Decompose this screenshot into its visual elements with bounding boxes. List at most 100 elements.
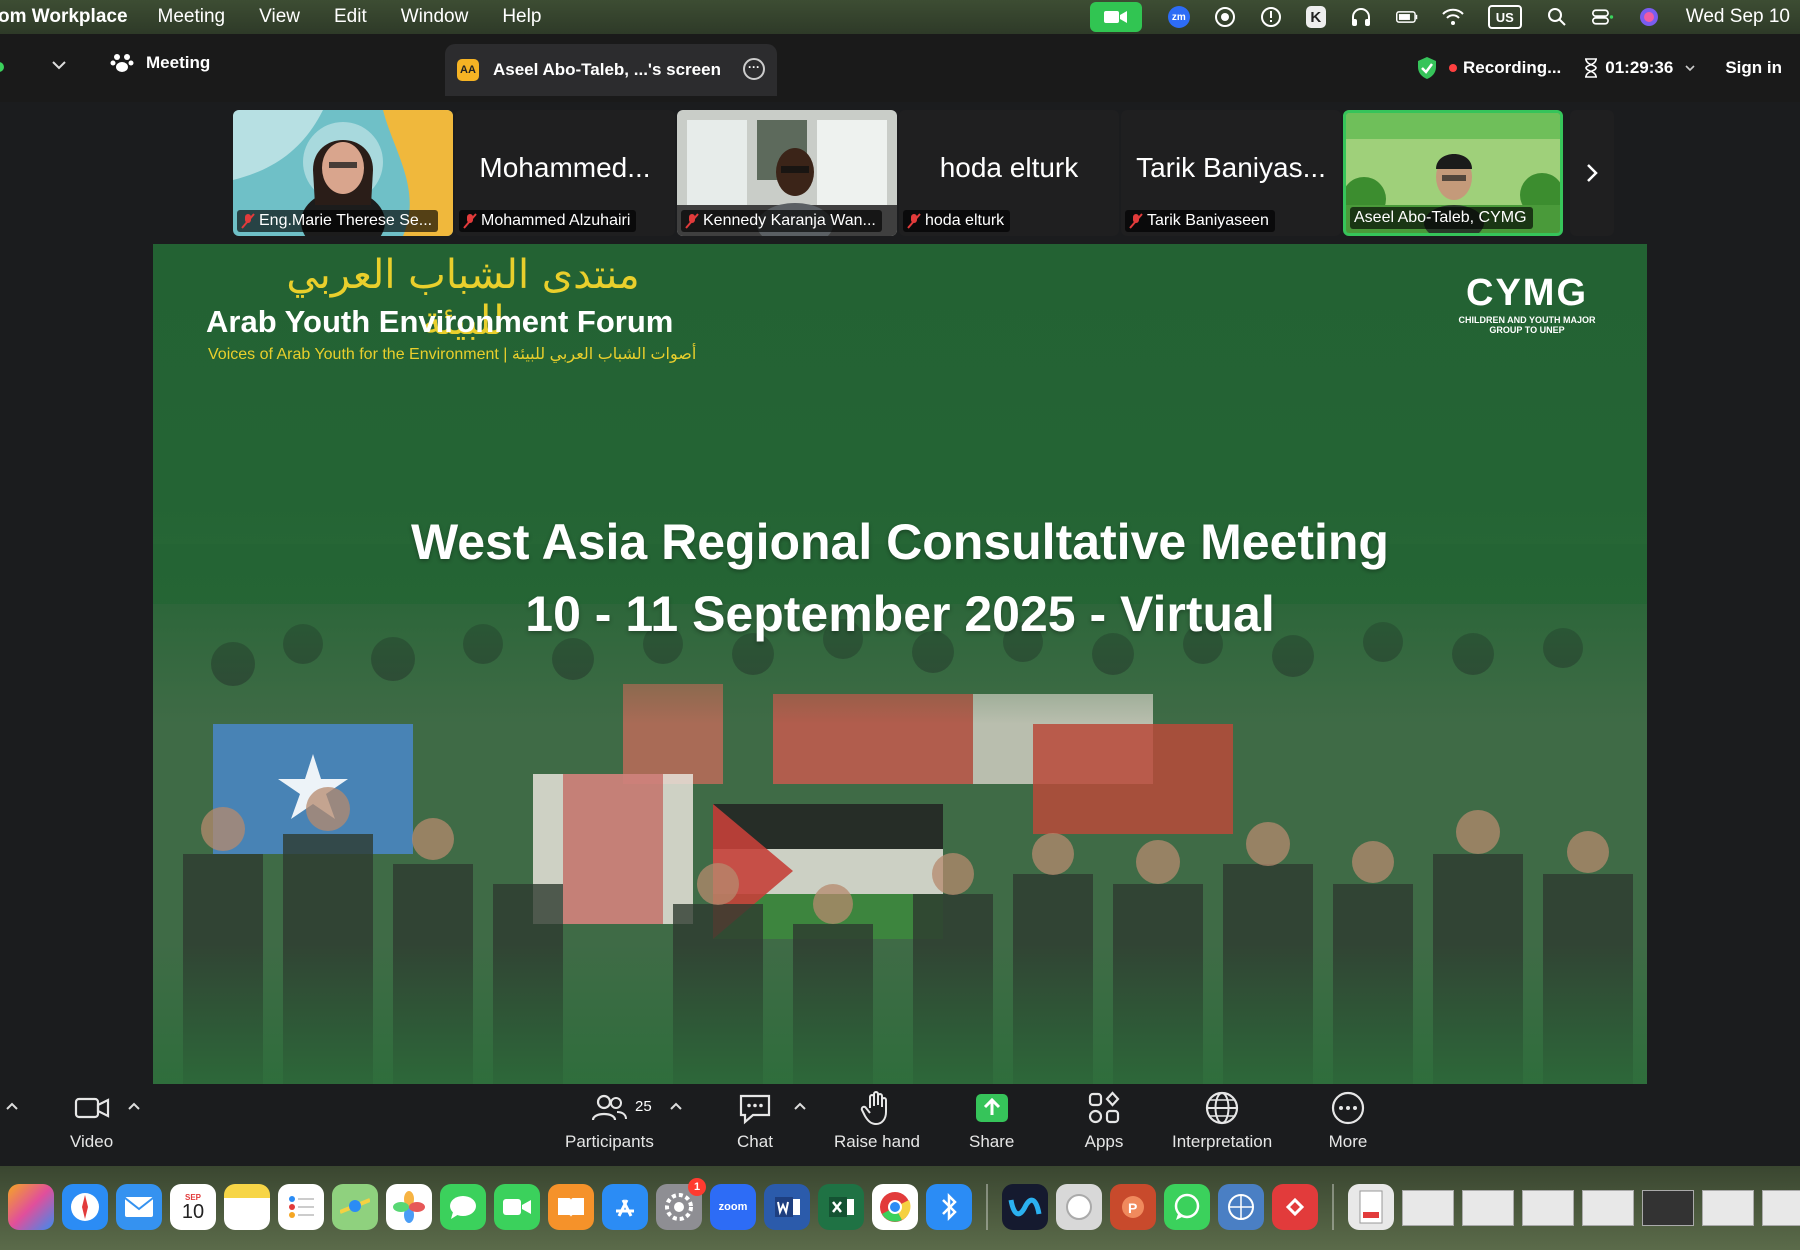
system-settings-icon[interactable]: 1 bbox=[656, 1178, 706, 1230]
menubar-status-area: zm K US Wed Sep 10 bbox=[1078, 0, 1800, 34]
facetime-icon[interactable] bbox=[494, 1184, 540, 1230]
participant-name-tag: Mohammed Alzuhairi bbox=[459, 210, 637, 232]
shared-screen-tab-title: Aseel Abo-Taleb, ...'s screen bbox=[493, 60, 721, 79]
maps-icon[interactable] bbox=[332, 1184, 378, 1230]
menu-help[interactable]: Help bbox=[502, 6, 541, 28]
calendar-day: 10 bbox=[181, 1200, 205, 1223]
shared-screen-content: منتدى الشباب العربي للبيئة Arab Youth En… bbox=[153, 244, 1647, 1084]
participant-name: Aseel Abo-Taleb, CYMG bbox=[1354, 209, 1527, 226]
dock-separator bbox=[986, 1184, 988, 1230]
app-menu-zoom-workplace[interactable]: om Workplace bbox=[0, 6, 128, 28]
participant-tile[interactable]: Kennedy Karanja Wan... bbox=[677, 110, 897, 236]
meeting-timer[interactable]: 01:29:36 bbox=[1583, 58, 1697, 78]
raise-hand-button[interactable]: Raise hand bbox=[834, 1088, 920, 1152]
encryption-shield-icon[interactable] bbox=[1415, 56, 1439, 80]
app-store-icon[interactable] bbox=[602, 1184, 648, 1230]
launchpad-icon[interactable] bbox=[8, 1184, 54, 1230]
minimized-window-thumbnail[interactable] bbox=[1642, 1190, 1694, 1226]
more-ellipsis-icon bbox=[1331, 1091, 1365, 1125]
participant-name-tag: Tarik Baniyaseen bbox=[1125, 210, 1275, 232]
spotlight-search-icon[interactable] bbox=[1546, 6, 1568, 28]
participant-tile[interactable]: Mohammed... Mohammed Alzuhairi bbox=[455, 110, 675, 236]
participant-tile[interactable]: hoda elturk hoda elturk bbox=[899, 110, 1119, 236]
notes-icon[interactable] bbox=[224, 1184, 270, 1230]
photos-icon[interactable] bbox=[386, 1184, 432, 1230]
minimized-window-thumbnail[interactable] bbox=[1702, 1190, 1754, 1226]
whatsapp-grey-icon[interactable] bbox=[1056, 1184, 1102, 1230]
chevron-up-icon[interactable] bbox=[4, 1098, 20, 1114]
minimized-window-thumbnail[interactable] bbox=[1402, 1190, 1454, 1226]
chevron-up-icon[interactable] bbox=[668, 1098, 684, 1114]
menu-edit[interactable]: Edit bbox=[334, 6, 367, 28]
chrome-icon[interactable] bbox=[872, 1184, 918, 1230]
participant-tile-active-speaker[interactable]: Aseel Abo-Taleb, CYMG bbox=[1343, 110, 1563, 236]
more-button[interactable]: More bbox=[1328, 1088, 1368, 1152]
menu-view[interactable]: View bbox=[259, 6, 300, 28]
reminders-icon[interactable] bbox=[278, 1184, 324, 1230]
microsoft-excel-icon[interactable] bbox=[818, 1184, 864, 1230]
network-utility-icon[interactable] bbox=[1218, 1184, 1264, 1230]
alert-clock-icon[interactable] bbox=[1260, 6, 1282, 28]
books-icon[interactable] bbox=[548, 1184, 594, 1230]
anydesk-icon[interactable] bbox=[1272, 1184, 1318, 1230]
menu-window[interactable]: Window bbox=[401, 6, 469, 28]
safari-icon[interactable] bbox=[62, 1184, 108, 1230]
participants-paw-icon bbox=[110, 54, 134, 72]
control-center-icon[interactable] bbox=[1591, 6, 1614, 28]
siri-icon[interactable] bbox=[1638, 6, 1660, 28]
chevron-down-icon[interactable] bbox=[50, 56, 68, 74]
zoom-app-dock-icon[interactable]: zoom bbox=[710, 1184, 756, 1230]
video-button-label: Video bbox=[70, 1132, 114, 1151]
chevron-up-icon[interactable] bbox=[126, 1098, 142, 1114]
pdf-document-icon[interactable] bbox=[1348, 1184, 1394, 1230]
chat-button[interactable]: Chat bbox=[735, 1088, 775, 1152]
slide-title-line-1: West Asia Regional Consultative Meeting bbox=[411, 514, 1389, 570]
participants-count-badge: 25 bbox=[635, 1098, 652, 1115]
calendar-icon[interactable]: SEP 10 bbox=[170, 1184, 216, 1230]
mail-icon[interactable] bbox=[116, 1184, 162, 1230]
recording-indicator[interactable]: Recording... bbox=[1449, 58, 1561, 78]
hourglass-icon bbox=[1585, 58, 1598, 78]
participant-display-name: Tarik Baniyas... bbox=[1136, 152, 1326, 183]
sign-in-button[interactable]: Sign in bbox=[1725, 58, 1782, 78]
menu-meeting[interactable]: Meeting bbox=[158, 6, 226, 28]
minimized-window-thumbnail[interactable] bbox=[1522, 1190, 1574, 1226]
participant-tile[interactable]: Eng.Marie Therese Se... bbox=[233, 110, 453, 236]
participant-tile[interactable]: Tarik Baniyas... Tarik Baniyaseen bbox=[1121, 110, 1341, 236]
minimized-window-thumbnail[interactable] bbox=[1462, 1190, 1514, 1226]
meeting-tab[interactable]: Meeting bbox=[110, 52, 210, 74]
zoom-app-icon[interactable]: zm bbox=[1167, 6, 1190, 28]
zoom-video-status-icon[interactable] bbox=[1089, 2, 1142, 32]
strip-next-button[interactable] bbox=[1570, 110, 1614, 236]
muted-mic-icon bbox=[241, 213, 255, 229]
slide-main-title: West Asia Regional Consultative Meeting … bbox=[153, 506, 1647, 650]
headphones-icon[interactable] bbox=[1350, 6, 1372, 28]
muted-mic-icon bbox=[685, 213, 699, 229]
powerpoint-icon[interactable]: P bbox=[1110, 1184, 1156, 1230]
webex-icon[interactable] bbox=[1002, 1184, 1048, 1230]
whatsapp-icon[interactable] bbox=[1164, 1184, 1210, 1230]
more-options-icon[interactable]: ··· bbox=[743, 58, 765, 80]
messages-icon[interactable] bbox=[440, 1184, 486, 1230]
microsoft-word-icon[interactable] bbox=[764, 1184, 810, 1230]
bluetooth-icon[interactable] bbox=[926, 1184, 972, 1230]
cymg-logo-text: CHILDREN AND YOUTH MAJOR GROUP TO UNEP bbox=[1458, 315, 1596, 335]
cymg-logo: CYMG CHILDREN AND YOUTH MAJOR GROUP TO U… bbox=[1457, 272, 1597, 335]
apps-button[interactable]: Apps bbox=[1084, 1088, 1124, 1152]
screen-record-icon[interactable] bbox=[1214, 6, 1236, 28]
share-screen-button[interactable]: Share bbox=[969, 1088, 1014, 1152]
participants-button-label: Participants bbox=[565, 1132, 654, 1151]
chevron-up-icon[interactable] bbox=[792, 1098, 808, 1114]
keyboard-layout-indicator[interactable]: US bbox=[1487, 5, 1522, 29]
wifi-icon[interactable] bbox=[1442, 6, 1464, 28]
shared-screen-tab[interactable]: AA Aseel Abo-Taleb, ...'s screen ··· bbox=[445, 44, 777, 96]
battery-icon[interactable] bbox=[1395, 6, 1418, 28]
k-app-icon[interactable]: K bbox=[1305, 6, 1326, 28]
minimized-window-thumbnail[interactable] bbox=[1762, 1190, 1800, 1226]
menubar-clock[interactable]: Wed Sep 10 bbox=[1686, 6, 1790, 28]
interpretation-button[interactable]: Interpretation bbox=[1172, 1088, 1272, 1152]
more-button-label: More bbox=[1328, 1132, 1368, 1151]
video-button[interactable]: Video bbox=[70, 1088, 113, 1152]
minimized-window-thumbnail[interactable] bbox=[1582, 1190, 1634, 1226]
settings-notification-badge: 1 bbox=[688, 1178, 706, 1196]
